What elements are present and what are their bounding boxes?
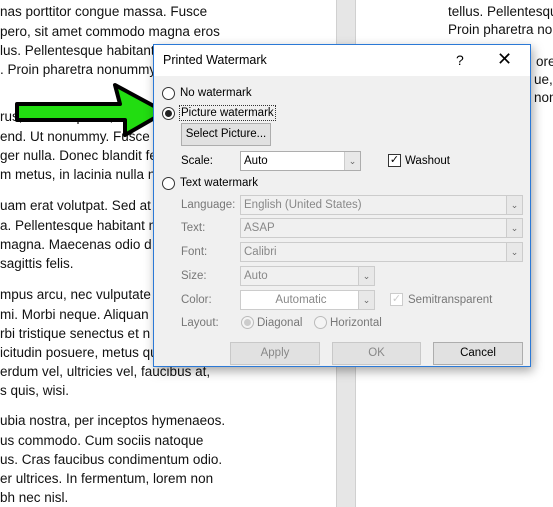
apply-button[interactable]: Apply xyxy=(230,342,320,365)
document-text-line: magna. Maecenas odio d xyxy=(0,237,152,252)
document-text-line: ger nulla. Donec blandit fe xyxy=(0,148,157,163)
color-value: Automatic xyxy=(275,294,327,306)
scale-value: Auto xyxy=(244,155,268,167)
cancel-button[interactable]: Cancel xyxy=(433,342,523,365)
washout-label[interactable]: Washout xyxy=(405,155,450,167)
text-dropdown[interactable]: ASAP ⌄ xyxy=(240,218,523,238)
size-value: Auto xyxy=(244,270,268,282)
picture-watermark-label[interactable]: Picture watermark xyxy=(179,105,276,121)
ok-button[interactable]: OK xyxy=(332,342,421,365)
document-text-line: uam erat volutpat. Sed at xyxy=(0,198,151,213)
no-watermark-radio[interactable] xyxy=(162,87,175,100)
document-text-line: rbi tristique senectus et n xyxy=(0,326,151,341)
horizontal-radio[interactable] xyxy=(314,316,327,329)
chevron-down-icon: ⌄ xyxy=(506,219,522,237)
chevron-down-icon: ⌄ xyxy=(506,196,522,214)
color-dropdown[interactable]: Automatic ⌄ xyxy=(240,290,375,310)
horizontal-label[interactable]: Horizontal xyxy=(330,317,382,329)
document-text-line: lus. Pellentesque habitant xyxy=(0,43,155,58)
document-text-line: ubia nostra, per inceptos hymenaeos. xyxy=(0,413,226,428)
document-text-line: mpus arcu, nec vulputate a xyxy=(0,287,163,302)
document-text-line: sagittis felis. xyxy=(0,256,74,271)
font-value: Calibri xyxy=(244,246,277,258)
dialog-title: Printed Watermark xyxy=(163,53,267,67)
size-label: Size: xyxy=(181,270,207,282)
scale-label: Scale: xyxy=(181,155,213,167)
language-dropdown[interactable]: English (United States) ⌄ xyxy=(240,195,523,215)
document-text-line: bh nec nisl. xyxy=(0,490,69,505)
document-text-line: nas porttitor congue massa. Fusce xyxy=(0,4,208,19)
printed-watermark-dialog: Printed Watermark ? ✕ No watermark Pictu… xyxy=(153,44,531,367)
document-text-line: a. Pellentesque habitant m xyxy=(0,218,160,233)
semitransparent-checkbox[interactable]: ✓ xyxy=(390,293,403,306)
diagonal-radio[interactable] xyxy=(241,316,254,329)
picture-watermark-radio[interactable] xyxy=(162,107,175,120)
help-button[interactable]: ? xyxy=(456,52,464,68)
scale-dropdown[interactable]: Auto ⌄ xyxy=(240,151,361,171)
chevron-down-icon: ⌄ xyxy=(506,243,522,261)
document-text-line: icitudin posuere, metus qu xyxy=(0,345,158,360)
document-text-line: . Proin pharetra nonummy xyxy=(0,62,157,77)
document-text-line: us. Cras faucibus condimentum odio. xyxy=(0,452,223,467)
size-dropdown[interactable]: Auto ⌄ xyxy=(240,266,375,286)
text-label: Text: xyxy=(181,222,206,234)
no-watermark-label[interactable]: No watermark xyxy=(180,87,252,99)
language-value: English (United States) xyxy=(244,199,362,211)
document-text-line: m metus, in lacinia nulla n xyxy=(0,167,156,182)
diagonal-label[interactable]: Diagonal xyxy=(257,317,302,329)
color-label: Color: xyxy=(181,294,212,306)
text-watermark-label[interactable]: Text watermark xyxy=(180,177,258,189)
document-text-line: pero, sit amet commodo magna eros xyxy=(0,24,220,39)
layout-label: Layout: xyxy=(181,317,219,329)
chevron-down-icon: ⌄ xyxy=(358,291,374,309)
washout-checkbox[interactable]: ✓ xyxy=(388,154,401,167)
document-text-line: ue, p xyxy=(534,72,553,87)
document-text-line: orem xyxy=(536,54,553,69)
close-button[interactable]: ✕ xyxy=(497,49,512,70)
semitransparent-label[interactable]: Semitransparent xyxy=(408,294,492,306)
font-label: Font: xyxy=(181,246,208,258)
text-value: ASAP xyxy=(244,222,275,234)
document-text-line: tellus. Pellentesque xyxy=(448,4,553,19)
select-picture-button[interactable]: Select Picture... xyxy=(181,123,271,146)
document-text-line: Proin pharetra no xyxy=(448,22,553,37)
document-text-line: non xyxy=(534,90,553,105)
text-watermark-radio[interactable] xyxy=(162,177,175,190)
dialog-titlebar[interactable]: Printed Watermark ? ✕ xyxy=(154,45,530,76)
language-label: Language: xyxy=(181,199,236,211)
chevron-down-icon: ⌄ xyxy=(344,152,360,170)
font-dropdown[interactable]: Calibri ⌄ xyxy=(240,242,523,262)
document-text-line: mi. Morbi neque. Aliquan xyxy=(0,307,149,322)
chevron-down-icon: ⌄ xyxy=(358,267,374,285)
green-arrow-icon xyxy=(15,83,165,137)
document-text-line: er ultrices. In fermentum, lorem non xyxy=(0,471,214,486)
document-text-line: us commodo. Cum sociis natoque xyxy=(0,433,204,448)
document-text-line: s quis, wisi. xyxy=(0,383,70,398)
